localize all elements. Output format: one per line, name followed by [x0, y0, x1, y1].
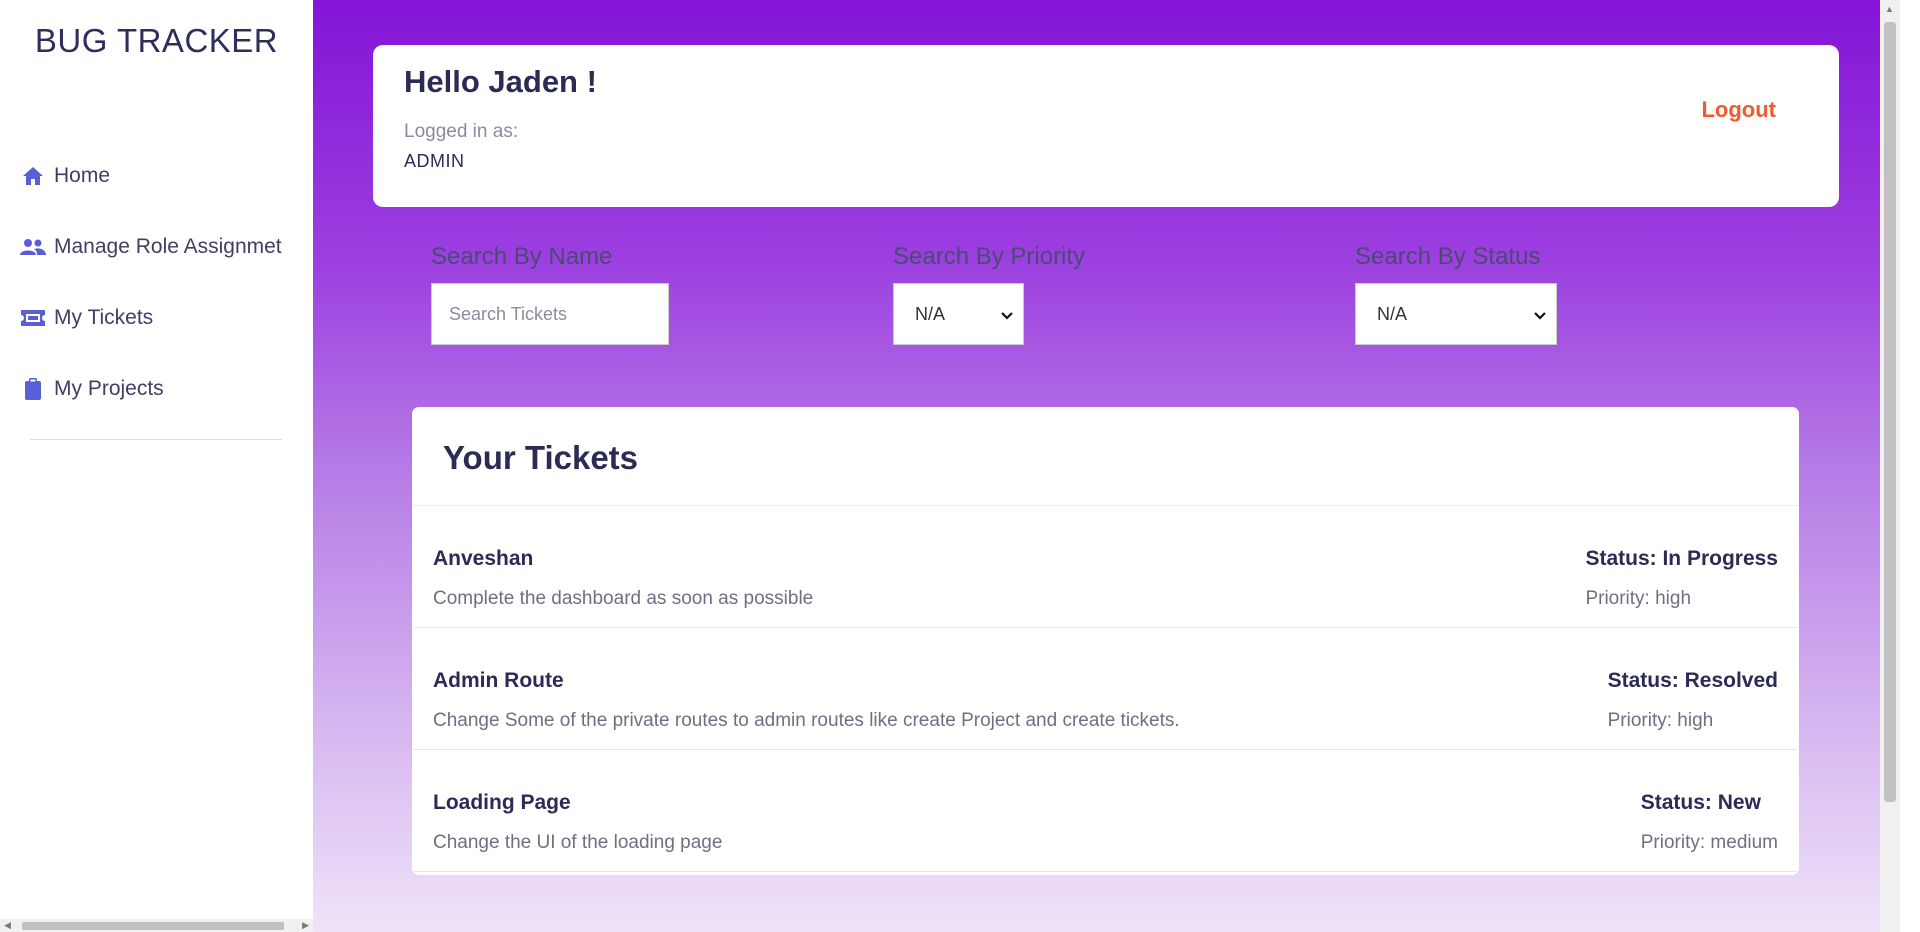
ticket-description: Complete the dashboard as soon as possib… [433, 588, 814, 609]
ticket-row[interactable]: Anveshan Complete the dashboard as soon … [414, 506, 1797, 628]
ticket-list: Anveshan Complete the dashboard as soon … [414, 506, 1797, 872]
ticket-priority: Priority: high [1585, 588, 1692, 609]
ticket-meta: Status: In Progress Priority: high [1585, 547, 1778, 610]
ticket-priority: Priority: medium [1640, 832, 1778, 853]
scroll-up-icon[interactable]: ▲ [1885, 4, 1894, 14]
chevron-down-icon [1001, 304, 1013, 325]
sidebar-item-label: My Tickets [54, 305, 154, 329]
ticket-meta: Status: Resolved Priority: high [1608, 669, 1778, 732]
ticket-name: Loading Page [433, 791, 571, 814]
ticket-status: Status: In Progress [1585, 547, 1778, 570]
scroll-right-icon[interactable]: ▶ [302, 920, 309, 931]
scrollbar-thumb[interactable] [1884, 22, 1896, 802]
sidebar-divider [30, 439, 282, 440]
logged-in-label: Logged in as: [404, 121, 519, 142]
status-select-value: N/A [1377, 303, 1408, 324]
main-content: Hello Jaden ! Logged in as: ADMIN Logout… [313, 0, 1900, 932]
status-select[interactable]: N/A [1355, 283, 1557, 345]
user-header-card: Hello Jaden ! Logged in as: ADMIN Logout [373, 45, 1839, 207]
vertical-scrollbar[interactable]: ▲ [1880, 0, 1900, 932]
priority-select[interactable]: N/A [893, 283, 1024, 345]
clipboard-icon [20, 377, 46, 401]
home-icon [20, 164, 46, 188]
ticket-name: Admin Route [433, 669, 564, 692]
users-icon [20, 235, 46, 259]
ticket-status: Status: New [1640, 791, 1761, 814]
greeting: Hello Jaden ! [404, 64, 597, 99]
tickets-card: Your Tickets Anveshan Complete the dashb… [412, 407, 1799, 875]
filter-by-name: Search By Name [431, 243, 669, 345]
sidebar: BUG TRACKER Home Manage Role Assignmet M… [0, 0, 314, 932]
ticket-meta: Status: New Priority: medium [1641, 791, 1778, 854]
sidebar-item-my-projects[interactable]: My Projects [0, 353, 313, 424]
chevron-down-icon [1534, 304, 1546, 325]
ticket-row[interactable]: Loading Page Change the UI of the loadin… [414, 750, 1797, 872]
sidebar-item-label: Home [54, 163, 111, 187]
filter-priority-label: Search By Priority [893, 243, 1086, 270]
sidebar-item-my-tickets[interactable]: My Tickets [0, 282, 313, 353]
ticket-priority: Priority: high [1607, 710, 1714, 731]
priority-select-value: N/A [915, 303, 946, 324]
filter-by-status: Search By Status N/A [1355, 243, 1557, 345]
ticket-description: Change Some of the private routes to adm… [433, 710, 1180, 731]
ticket-row[interactable]: Admin Route Change Some of the private r… [414, 628, 1797, 750]
ticket-description: Change the UI of the loading page [433, 832, 723, 853]
filter-by-priority: Search By Priority N/A [893, 243, 1085, 345]
ticket-icon [20, 306, 46, 330]
search-input[interactable] [431, 283, 669, 345]
user-role: ADMIN [404, 151, 465, 171]
sidebar-item-manage-roles[interactable]: Manage Role Assignmet [0, 211, 313, 282]
filter-status-label: Search By Status [1355, 243, 1541, 270]
sidebar-item-home[interactable]: Home [0, 140, 313, 211]
tickets-title: Your Tickets [443, 439, 639, 476]
logout-button[interactable]: Logout [1701, 97, 1776, 123]
ticket-status: Status: Resolved [1607, 669, 1778, 692]
ticket-name: Anveshan [433, 547, 534, 570]
horizontal-scrollbar[interactable]: ◀ ▶ [0, 919, 313, 932]
sidebar-item-label: My Projects [54, 376, 164, 400]
brand-title: BUG TRACKER [34, 22, 279, 59]
scrollbar-thumb[interactable] [22, 922, 284, 930]
filter-name-label: Search By Name [431, 243, 613, 270]
sidebar-item-label: Manage Role Assignmet [54, 234, 282, 258]
scroll-left-icon[interactable]: ◀ [4, 920, 11, 931]
sidebar-nav: Home Manage Role Assignmet My Tickets My… [0, 140, 313, 424]
